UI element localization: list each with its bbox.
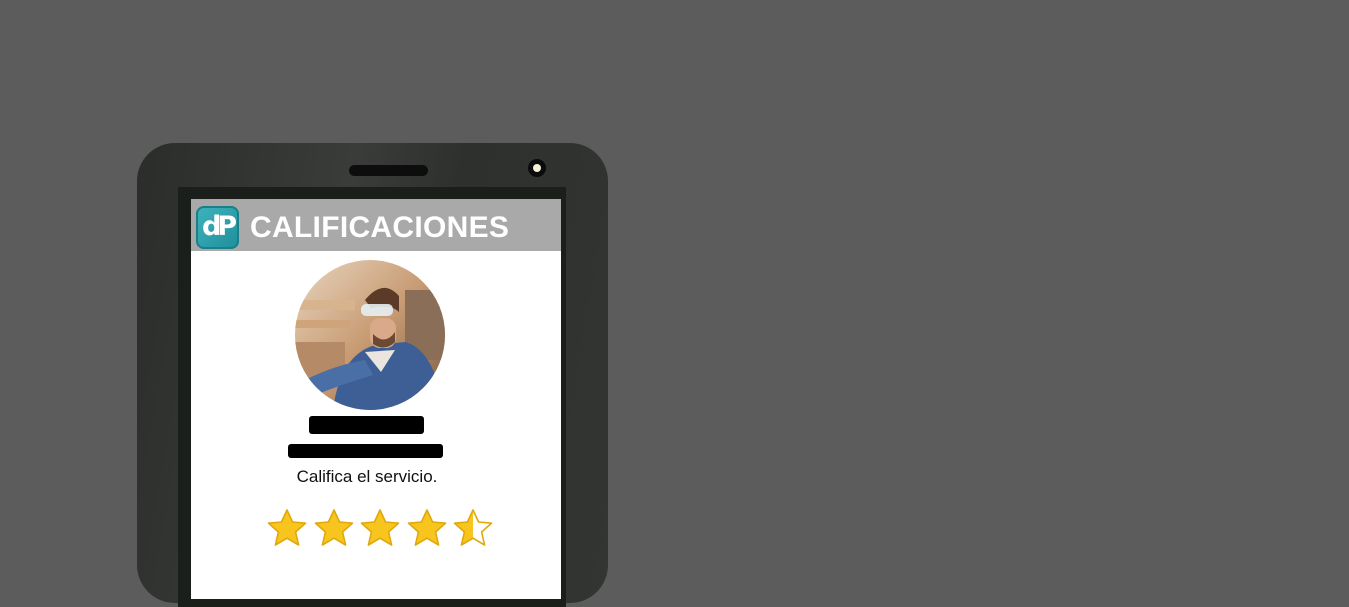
rating-prompt: Califica el servicio. — [296, 467, 438, 486]
phone-speaker — [349, 165, 428, 176]
star-2-icon[interactable] — [314, 508, 354, 548]
app-logo[interactable]: dP — [196, 206, 239, 249]
star-3-icon[interactable] — [360, 508, 400, 548]
app-header: dP CALIFICACIONES — [191, 199, 561, 251]
phone-bezel: dP CALIFICACIONES Califica el servicio. — [178, 187, 566, 607]
phone-camera — [528, 159, 546, 177]
star-rating[interactable] — [267, 508, 497, 552]
redacted-provider-subtitle — [288, 444, 443, 458]
star-4-icon[interactable] — [407, 508, 447, 548]
phone-device: dP CALIFICACIONES Califica el servicio. — [137, 143, 608, 607]
app-logo-text: dP — [201, 211, 237, 242]
star-1-icon[interactable] — [267, 508, 307, 548]
redacted-provider-name — [309, 416, 424, 434]
profile-photo — [295, 260, 445, 410]
app-screen: dP CALIFICACIONES Califica el servicio. — [191, 199, 561, 599]
star-5-icon[interactable] — [453, 508, 493, 548]
page-title: CALIFICACIONES — [250, 211, 510, 244]
